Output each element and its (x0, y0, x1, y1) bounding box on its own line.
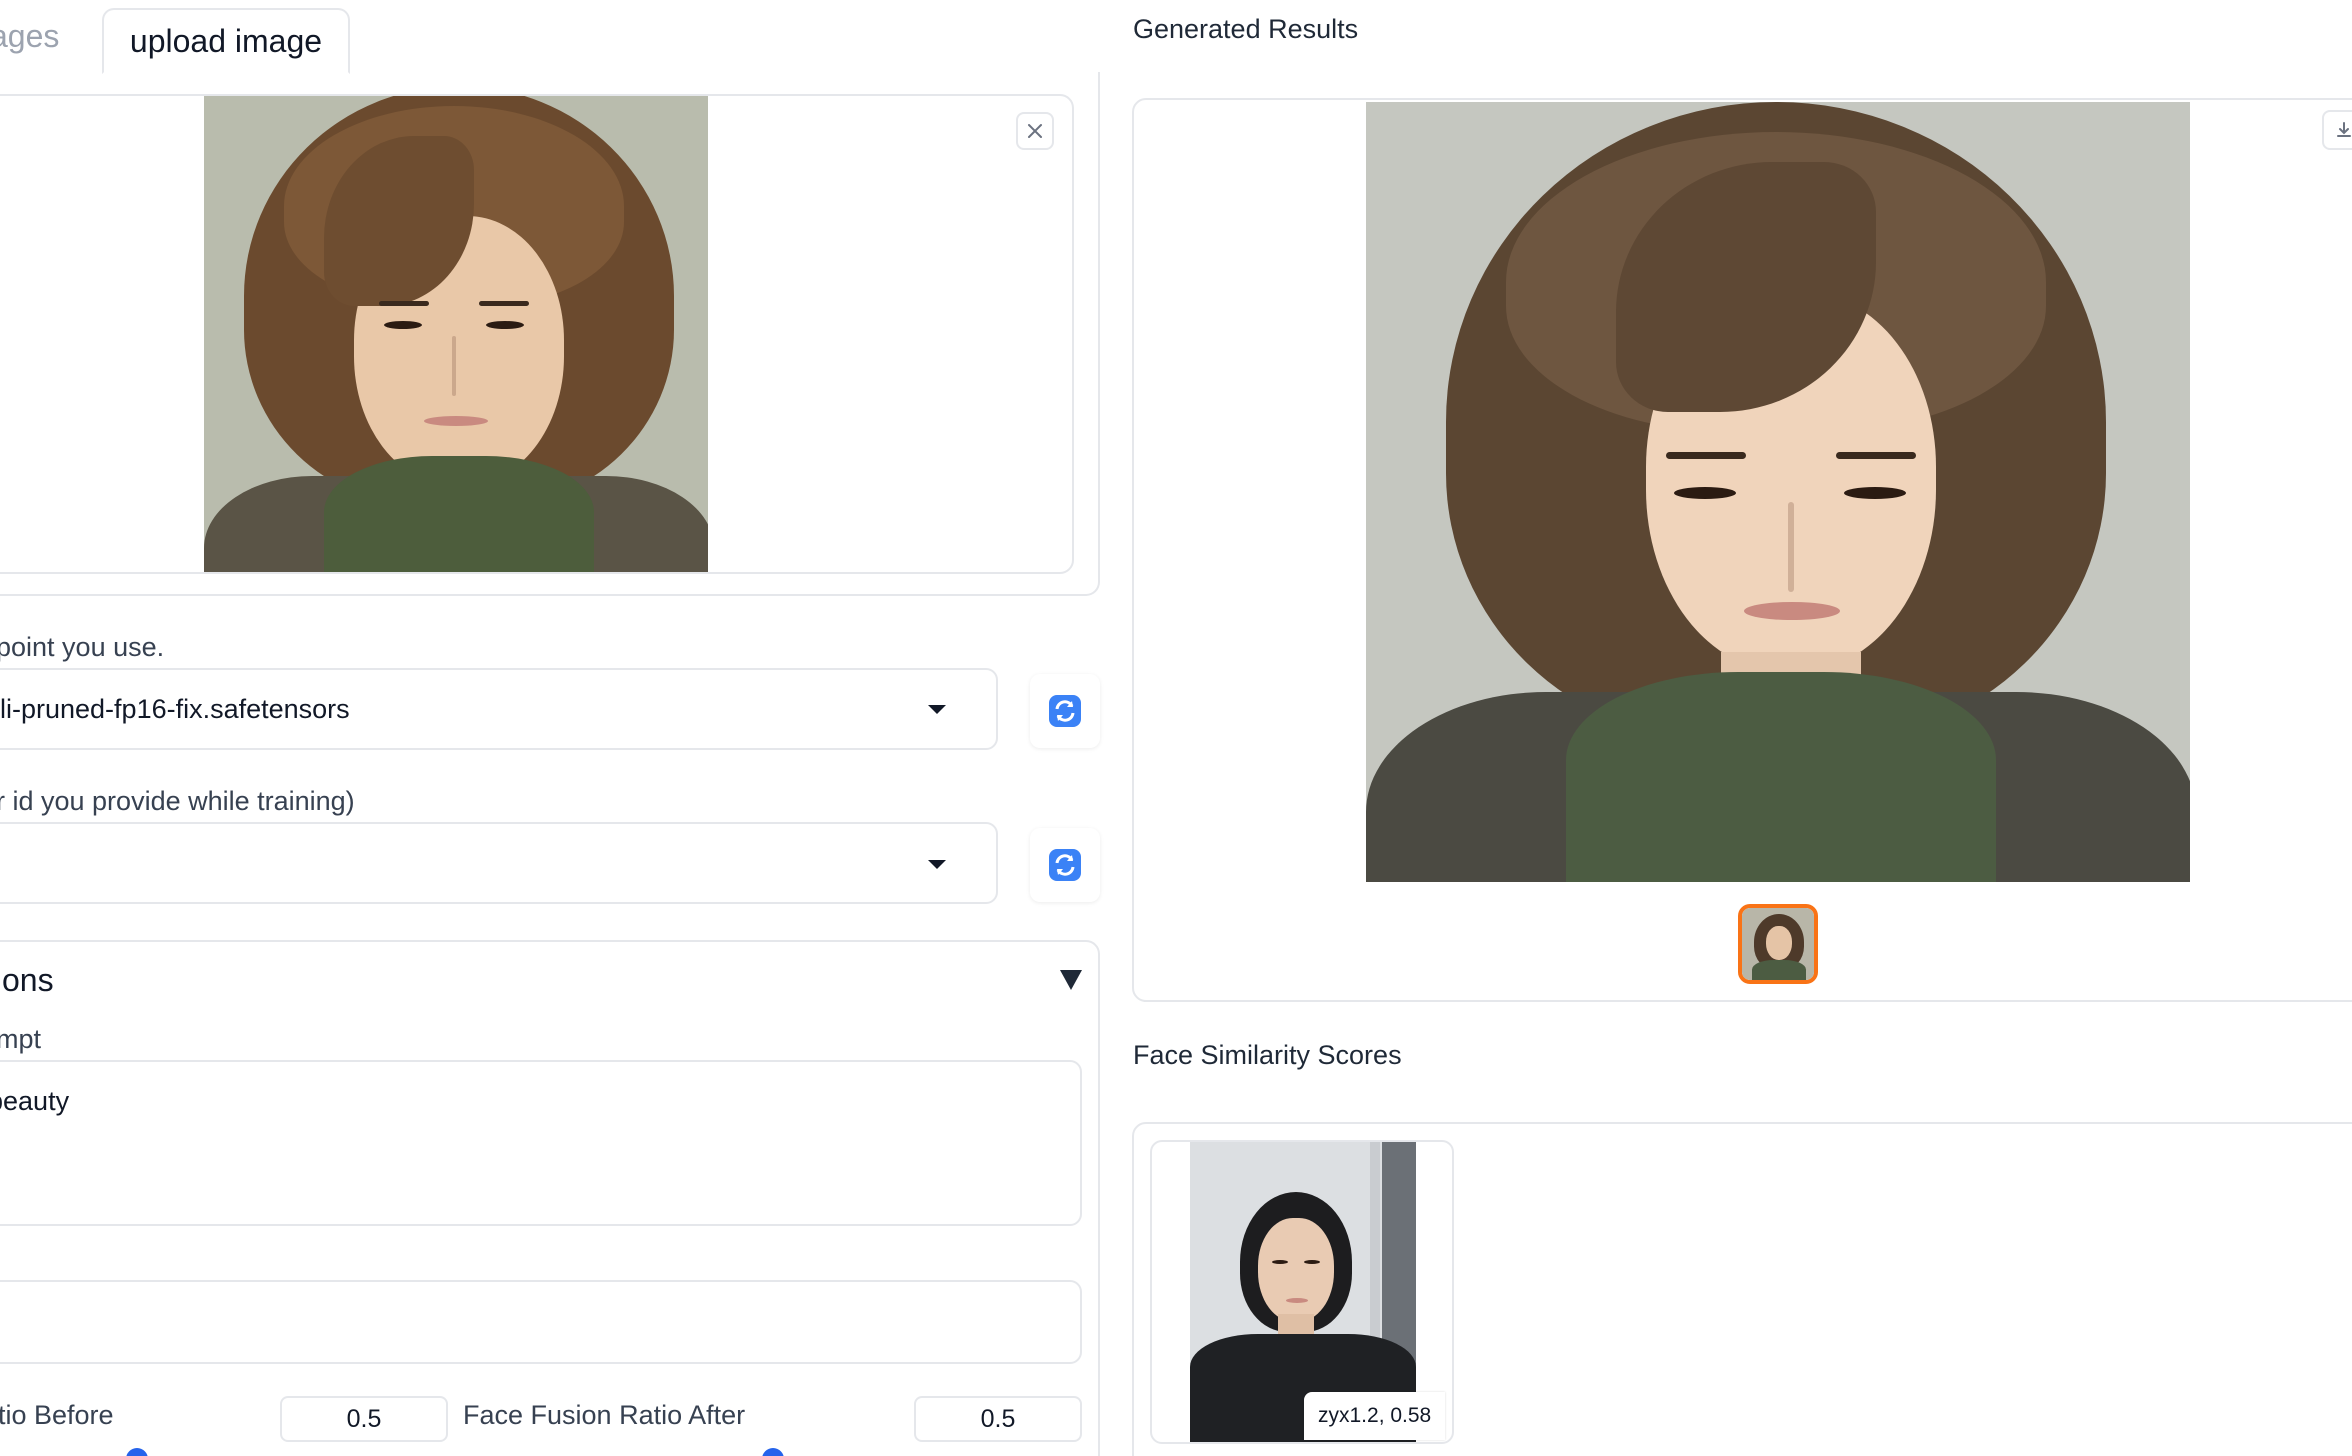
clear-image-button[interactable] (1016, 112, 1054, 150)
refresh-icon (1049, 695, 1081, 727)
triangle-down-icon[interactable] (1060, 970, 1082, 990)
chevron-down-icon (928, 705, 946, 714)
refresh-checkpoint-button[interactable] (1030, 674, 1100, 748)
gallery-thumbnail-selected[interactable] (1738, 904, 1818, 984)
generated-image[interactable] (1366, 102, 2190, 882)
tab-images[interactable]: ages (0, 18, 59, 55)
fusion-after-label: Face Fusion Ratio After (463, 1400, 746, 1430)
tab-upload-image[interactable]: upload image (102, 8, 350, 74)
negative-prompt-textarea[interactable] (0, 1280, 1082, 1364)
fusion-after-input[interactable]: 0.5 (914, 1396, 1082, 1442)
user-id-label: r id you provide while training) (0, 786, 355, 816)
refresh-icon (1049, 849, 1081, 881)
fusion-before-input[interactable]: 0.5 (280, 1396, 448, 1442)
prompt-label: mpt (0, 1024, 42, 1054)
download-button[interactable] (2322, 110, 2352, 150)
refresh-user-id-button[interactable] (1030, 828, 1100, 902)
checkpoint-label: point you use. (0, 632, 165, 662)
user-id-dropdown[interactable] (0, 822, 998, 904)
checkpoint-value: li-pruned-fp16-fix.safetensors (0, 693, 350, 724)
checkpoint-dropdown[interactable]: li-pruned-fp16-fix.safetensors (0, 668, 998, 750)
download-icon (2337, 122, 2351, 137)
face-similarity-label: Face Similarity Scores (1133, 1040, 1402, 1070)
image-upload-dropzone[interactable] (0, 94, 1074, 574)
uploaded-image (204, 96, 708, 572)
accordion-title[interactable]: tions (0, 962, 54, 999)
similarity-score-caption: zyx1.2, 0.58 (1304, 1392, 1446, 1440)
chevron-down-icon (928, 860, 946, 869)
results-gallery (1132, 98, 2352, 1002)
fusion-before-label: tio Before (0, 1400, 114, 1430)
prompt-value: beauty (0, 1086, 70, 1116)
prompt-textarea[interactable]: beauty (0, 1060, 1082, 1226)
close-icon (1028, 124, 1042, 138)
generated-results-label: Generated Results (1133, 14, 1359, 44)
